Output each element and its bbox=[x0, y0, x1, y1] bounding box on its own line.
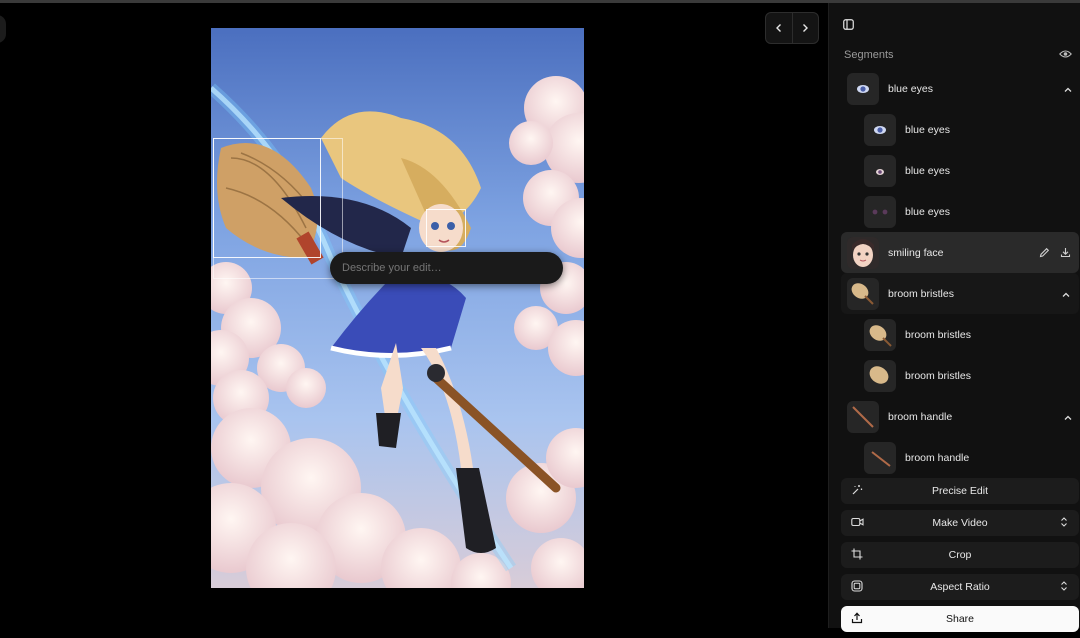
up-down-chevron-icon bbox=[1059, 516, 1069, 531]
segment-label: broom bristles bbox=[888, 287, 954, 300]
segment-thumbnail bbox=[847, 72, 879, 105]
crop-label: Crop bbox=[948, 549, 972, 561]
segment-row-broom-handle[interactable]: broom handle bbox=[829, 396, 1080, 437]
chevron-up-icon bbox=[1062, 292, 1070, 297]
segment-row-broom-bristles-child[interactable]: broom bristles bbox=[829, 314, 1080, 355]
segment-label: blue eyes bbox=[905, 123, 950, 136]
segment-row-blue-eyes-child[interactable]: blue eyes bbox=[829, 150, 1080, 191]
segment-label: broom bristles bbox=[905, 328, 971, 341]
segment-label: smiling face bbox=[888, 246, 944, 259]
visibility-toggle[interactable] bbox=[1059, 46, 1072, 64]
image-canvas bbox=[0, 3, 828, 628]
segment-thumbnail bbox=[847, 400, 879, 433]
segment-thumbnail bbox=[847, 277, 879, 310]
aspect-ratio-label: Aspect Ratio bbox=[930, 581, 990, 593]
segment-thumbnail bbox=[864, 359, 896, 392]
edit-segment-button[interactable] bbox=[1039, 245, 1050, 263]
selection-box-broom-outer[interactable] bbox=[213, 138, 343, 279]
segment-row-broom-bristles[interactable]: broom bristles bbox=[841, 273, 1079, 314]
sidebar-toggle-button[interactable] bbox=[843, 17, 854, 35]
segments-title: Segments bbox=[844, 49, 894, 61]
segment-label: blue eyes bbox=[905, 164, 950, 177]
share-icon bbox=[851, 612, 863, 627]
collapse-button[interactable] bbox=[1063, 82, 1073, 100]
anime-witch-image[interactable] bbox=[211, 28, 584, 588]
previous-button[interactable] bbox=[766, 13, 792, 43]
segments-panel: Segments blue eyes blue eyes blue eyes b… bbox=[828, 3, 1080, 632]
collapse-button[interactable] bbox=[1061, 287, 1071, 305]
video-icon bbox=[851, 516, 864, 531]
share-label: Share bbox=[945, 613, 975, 625]
segment-thumbnail bbox=[847, 236, 879, 269]
segment-row-blue-eyes-child[interactable]: blue eyes bbox=[829, 191, 1080, 232]
eye-icon bbox=[1059, 50, 1072, 58]
download-icon bbox=[1060, 248, 1071, 258]
collapse-button[interactable] bbox=[1063, 410, 1073, 428]
aspect-ratio-icon bbox=[851, 580, 863, 595]
segment-thumbnail bbox=[864, 154, 896, 187]
segment-row-blue-eyes-child[interactable]: blue eyes bbox=[829, 109, 1080, 150]
make-video-label: Make Video bbox=[932, 517, 988, 529]
segment-row-broom-bristles-child[interactable]: broom bristles bbox=[829, 355, 1080, 396]
action-buttons: Precise Edit Make Video Crop Aspect Rati… bbox=[841, 478, 1079, 638]
segment-row-blue-eyes[interactable]: blue eyes bbox=[829, 68, 1080, 109]
segment-row-smiling-face[interactable]: smiling face bbox=[841, 232, 1079, 273]
segment-thumbnail bbox=[864, 195, 896, 228]
segment-label: blue eyes bbox=[888, 82, 933, 95]
precise-edit-button[interactable]: Precise Edit bbox=[841, 478, 1079, 504]
chevron-up-icon bbox=[1064, 415, 1072, 420]
up-down-chevron-icon bbox=[1059, 580, 1069, 595]
segment-label: broom bristles bbox=[905, 369, 971, 382]
segment-label: broom handle bbox=[888, 410, 953, 423]
pencil-icon bbox=[1039, 247, 1050, 258]
edit-prompt-input[interactable] bbox=[330, 252, 563, 284]
crop-button[interactable]: Crop bbox=[841, 542, 1079, 568]
make-video-button[interactable]: Make Video bbox=[841, 510, 1079, 536]
selection-box-face[interactable] bbox=[426, 209, 466, 247]
image-navigation bbox=[765, 12, 819, 44]
share-button[interactable]: Share bbox=[841, 606, 1079, 632]
chevron-up-icon bbox=[1064, 87, 1072, 92]
segment-thumbnail bbox=[864, 318, 896, 351]
crop-icon bbox=[851, 548, 863, 563]
sidebar-toggle-icon bbox=[843, 19, 854, 30]
aspect-ratio-button[interactable]: Aspect Ratio bbox=[841, 574, 1079, 600]
next-button[interactable] bbox=[791, 13, 819, 43]
segments-list: blue eyes blue eyes blue eyes blue eyes … bbox=[829, 68, 1080, 478]
chevron-right-icon bbox=[803, 24, 809, 32]
segment-thumbnail bbox=[864, 113, 896, 146]
left-edge-handle[interactable] bbox=[0, 15, 6, 43]
segment-label: blue eyes bbox=[905, 205, 950, 218]
row-actions bbox=[1039, 245, 1071, 263]
download-segment-button[interactable] bbox=[1060, 245, 1071, 263]
segment-label: broom handle bbox=[905, 451, 970, 464]
magic-wand-icon bbox=[851, 484, 863, 499]
segments-header: Segments bbox=[844, 47, 1072, 63]
chevron-left-icon bbox=[775, 24, 781, 32]
segment-row-broom-handle-child[interactable]: broom handle bbox=[829, 437, 1080, 478]
segment-thumbnail bbox=[864, 441, 896, 474]
precise-edit-label: Precise Edit bbox=[931, 485, 989, 497]
